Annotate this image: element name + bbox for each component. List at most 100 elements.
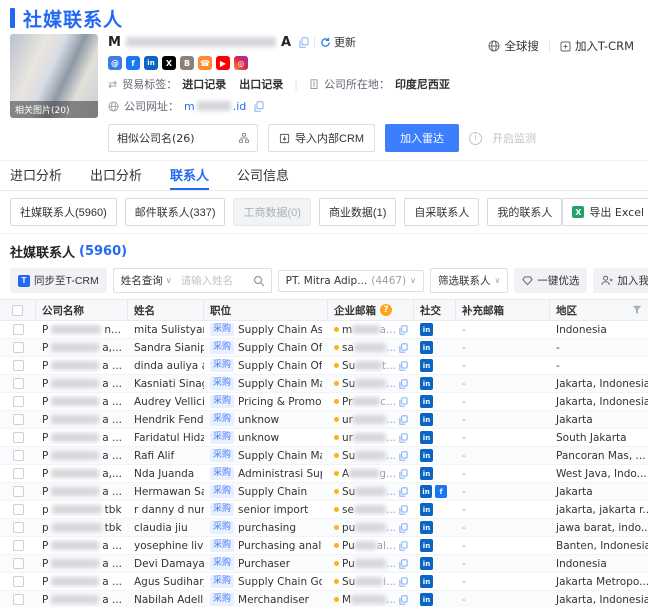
row-checkbox[interactable] <box>12 558 24 569</box>
linkedin-icon[interactable]: in <box>420 395 433 408</box>
copy-icon[interactable] <box>254 100 264 112</box>
row-checkbox[interactable] <box>12 468 24 479</box>
company-suffix: tbk <box>104 521 122 534</box>
linkedin-icon[interactable]: in <box>420 575 433 588</box>
row-checkbox[interactable] <box>12 360 24 371</box>
linkedin-icon[interactable]: in <box>420 359 433 372</box>
copy-icon[interactable] <box>399 594 408 605</box>
linkedin-icon[interactable]: in <box>420 431 433 444</box>
copy-icon[interactable] <box>399 342 408 353</box>
linkedin-icon[interactable]: in <box>144 56 158 70</box>
export-excel-button[interactable]: X 导出 Excel ∨ <box>562 198 648 226</box>
row-checkbox[interactable] <box>12 396 24 407</box>
email-cell: Ag... <box>328 465 414 482</box>
join-tcrm-button[interactable]: 加入T-CRM <box>560 38 634 54</box>
email-help-icon[interactable]: ? <box>380 304 392 316</box>
row-checkbox[interactable] <box>12 594 24 605</box>
facebook-icon[interactable]: f <box>435 485 447 498</box>
copy-icon[interactable] <box>399 558 408 569</box>
row-checkbox[interactable] <box>12 324 24 335</box>
import-records-link[interactable]: 进口记录 <box>182 76 226 92</box>
company-filter-dropdown[interactable]: PT. Mitra Adip... (4467) ∨ <box>277 269 425 292</box>
sync-tcrm-button[interactable]: T 同步至T-CRM <box>10 268 107 293</box>
phone-icon[interactable]: ☎ <box>198 56 212 70</box>
linkedin-icon[interactable]: in <box>420 521 433 534</box>
row-checkbox[interactable] <box>12 522 24 533</box>
website-link[interactable]: m .id <box>184 100 246 113</box>
subtab-social-contacts[interactable]: 社媒联系人(5960) <box>10 198 117 226</box>
copy-icon[interactable] <box>399 396 408 407</box>
copy-icon[interactable] <box>399 522 408 533</box>
row-checkbox[interactable] <box>12 342 24 353</box>
row-checkbox[interactable] <box>12 576 24 587</box>
instagram-icon[interactable]: ◎ <box>234 56 248 70</box>
blog-icon[interactable]: B <box>180 56 194 70</box>
linkedin-icon[interactable]: in <box>420 449 433 462</box>
copy-icon[interactable] <box>399 378 408 389</box>
copy-icon[interactable] <box>399 360 408 371</box>
linkedin-icon[interactable]: in <box>420 593 433 606</box>
linkedin-icon[interactable]: in <box>420 377 433 390</box>
copy-icon[interactable] <box>299 36 309 48</box>
website-icon[interactable]: @ <box>108 56 122 70</box>
import-crm-button[interactable]: 导入内部CRM <box>268 124 376 152</box>
row-checkbox[interactable] <box>12 378 24 389</box>
linkedin-icon[interactable]: in <box>420 467 433 480</box>
website-redacted <box>196 101 231 111</box>
tab-company-info[interactable]: 公司信息 <box>237 161 289 190</box>
copy-icon[interactable] <box>399 576 408 587</box>
subtab-self-collected[interactable]: 自采联系人 <box>404 198 480 226</box>
tab-export-analysis[interactable]: 出口分析 <box>90 161 142 190</box>
row-checkbox[interactable] <box>12 450 24 461</box>
name-search-input[interactable] <box>178 270 247 291</box>
tab-import-analysis[interactable]: 进口分析 <box>10 161 62 190</box>
linkedin-icon[interactable]: in <box>420 413 433 426</box>
subtab-my-contacts[interactable]: 我的联系人 <box>487 198 563 226</box>
join-radar-button[interactable]: 加入雷达 <box>385 124 460 152</box>
position-cell: 采购 purchasing <box>204 519 328 536</box>
linkedin-icon[interactable]: in <box>420 503 433 516</box>
row-checkbox[interactable] <box>12 414 24 425</box>
row-checkbox[interactable] <box>12 432 24 443</box>
info-icon[interactable]: i <box>469 131 483 145</box>
row-checkbox[interactable] <box>12 540 24 551</box>
subtab-email-contacts[interactable]: 邮件联系人(337) <box>124 198 226 226</box>
filter-contacts-dropdown[interactable]: 筛选联系人 ∨ <box>430 268 509 293</box>
linkedin-icon[interactable]: in <box>420 323 433 336</box>
row-checkbox[interactable] <box>12 504 24 515</box>
export-records-link[interactable]: 出口记录 <box>239 76 283 92</box>
copy-icon[interactable] <box>399 432 408 443</box>
filter-icon[interactable] <box>632 305 642 315</box>
name-query-dropdown[interactable]: 姓名查询 ∨ <box>114 269 179 292</box>
status-dot <box>334 525 339 530</box>
copy-icon[interactable] <box>399 504 408 515</box>
linkedin-icon[interactable]: in <box>420 341 433 354</box>
similar-companies-button[interactable]: 相似公司名(26) <box>108 124 258 152</box>
copy-icon[interactable] <box>399 540 408 551</box>
company-photo[interactable]: 相关图片(20) <box>10 34 98 118</box>
copy-icon[interactable] <box>399 450 408 461</box>
tab-contacts[interactable]: 联系人 <box>170 161 210 190</box>
copy-icon[interactable] <box>399 414 408 425</box>
copy-icon[interactable] <box>399 324 408 335</box>
refresh-button[interactable]: 更新 <box>320 34 356 50</box>
x-icon[interactable]: X <box>162 56 176 70</box>
subtab-business-data[interactable]: 商业数据(1) <box>318 198 397 226</box>
linkedin-icon[interactable]: in <box>420 539 433 552</box>
copy-icon[interactable] <box>399 468 408 479</box>
company-suffix: a ... <box>102 413 122 426</box>
linkedin-icon[interactable]: in <box>420 557 433 570</box>
row-checkbox[interactable] <box>12 486 24 497</box>
start-monitor-button[interactable]: 开启监测 <box>492 130 536 146</box>
global-search-button[interactable]: 全球搜 <box>488 38 539 54</box>
email-cell: Su... <box>328 447 414 464</box>
facebook-icon[interactable]: f <box>126 56 140 70</box>
email-suffix: i... <box>383 575 396 588</box>
region-cell: West Java, Indo... <box>556 467 647 480</box>
youtube-icon[interactable]: ▶ <box>216 56 230 70</box>
linkedin-icon[interactable]: in <box>420 485 432 498</box>
copy-icon[interactable] <box>399 486 408 497</box>
quick-select-button[interactable]: 一键优选 <box>514 268 588 293</box>
select-all-checkbox[interactable] <box>12 304 23 316</box>
add-my-contacts-button[interactable]: 加入我的联系人 <box>593 268 648 293</box>
